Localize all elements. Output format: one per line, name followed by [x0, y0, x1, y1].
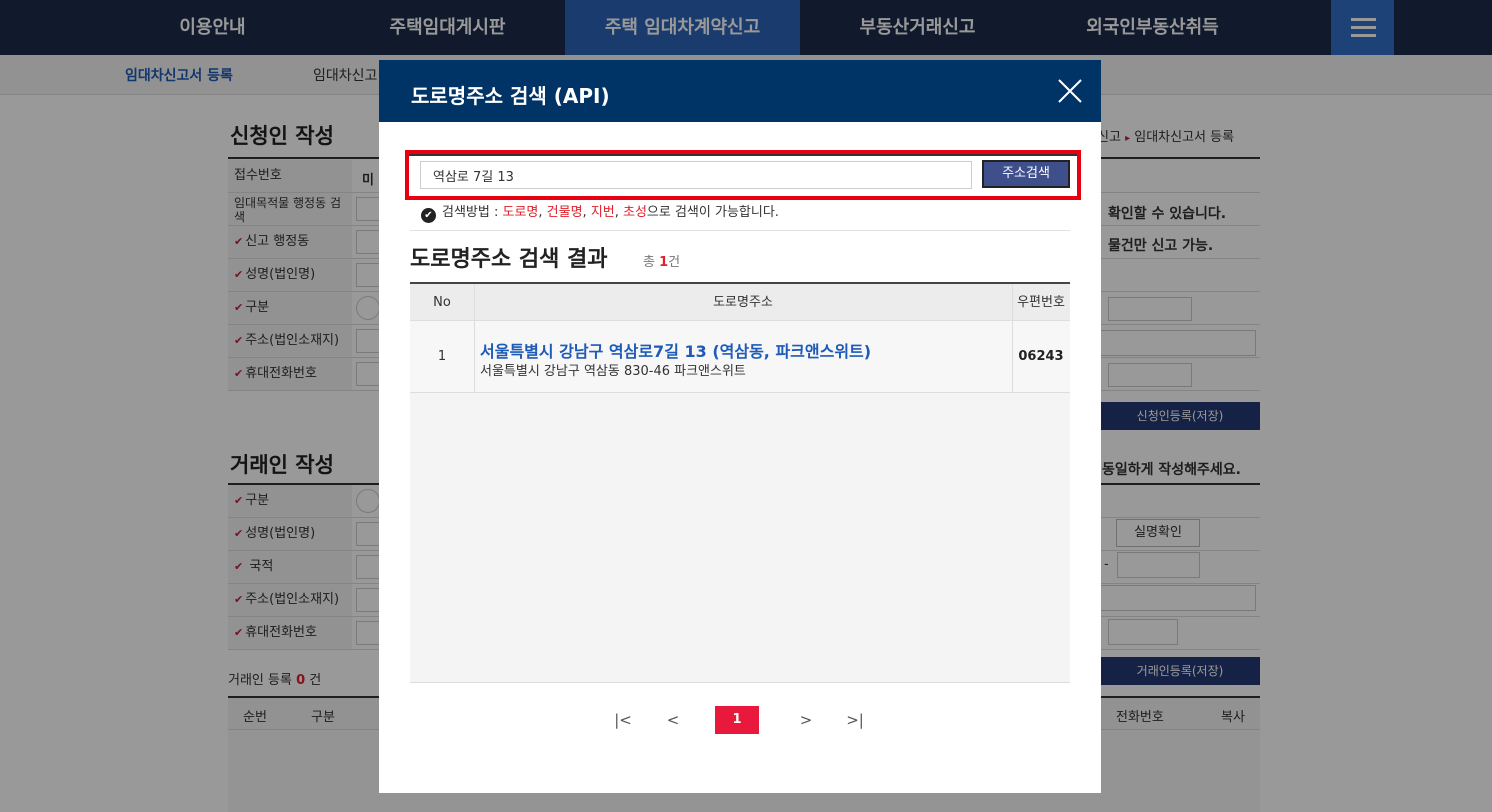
hint-suffix: 으로 검색이 가능합니다.: [646, 205, 779, 220]
search-hint: ✔ 검색방법 : 도로명, 건물명, 지번, 초성으로 검색이 가능합니다.: [421, 201, 779, 223]
col-divider: [474, 321, 475, 393]
address-search-button[interactable]: 주소검색: [982, 160, 1070, 188]
first-page-icon[interactable]: |<: [611, 706, 635, 734]
table-row[interactable]: 1 서울특별시 강남구 역삼로7길 13 (역삼동, 파크앤스위트) 서울특별시…: [410, 321, 1070, 393]
page-button-current[interactable]: 1: [715, 706, 759, 734]
row-no: 1: [437, 349, 447, 364]
section-divider: [410, 230, 1070, 231]
search-topline: [409, 154, 1077, 156]
col-road-address: 도로명주소: [713, 295, 773, 310]
result-table: No 도로명주소 우편번호 1 서울특별시 강남구 역삼로7길 13 (역삼동,…: [410, 282, 1070, 682]
address-search-input[interactable]: [420, 161, 972, 189]
result-count: 총 1건: [643, 251, 680, 270]
result-count-value: 1: [659, 255, 669, 270]
result-count-prefix: 총: [643, 255, 655, 270]
prev-page-icon[interactable]: <: [661, 706, 685, 734]
check-circle-icon: ✔: [421, 208, 436, 223]
hint-term: 건물명: [546, 205, 583, 220]
search-highlight-frame: 주소검색: [405, 150, 1081, 200]
col-zip: 우편번호: [1017, 295, 1065, 310]
hint-term: 도로명: [502, 205, 539, 220]
close-icon[interactable]: [1056, 77, 1084, 105]
table-bottom-line: [410, 682, 1070, 683]
hint-term: 지번: [590, 205, 615, 220]
road-address-link[interactable]: 서울특별시 강남구 역삼로7길 13 (역삼동, 파크앤스위트): [480, 338, 871, 362]
col-no: No: [433, 295, 451, 310]
result-title: 도로명주소 검색 결과: [410, 247, 608, 272]
hint-term: 초성: [623, 205, 647, 220]
table-header: No 도로명주소 우편번호: [410, 284, 1070, 321]
result-count-unit: 건: [668, 255, 681, 270]
jibun-address: 서울특별시 강남구 역삼동 830-46 파크앤스위트: [480, 364, 746, 379]
modal-title: 도로명주소 검색 (API): [411, 84, 610, 108]
modal-header: 도로명주소 검색 (API): [379, 60, 1101, 122]
last-page-icon[interactable]: >|: [843, 706, 867, 734]
hint-prefix: 검색방법 :: [442, 205, 499, 220]
address-search-modal: 도로명주소 검색 (API) 주소검색 ✔검색방법 : 도로명, 건물명, 지번…: [379, 60, 1101, 793]
next-page-icon[interactable]: >: [794, 706, 818, 734]
zip-code: 06243: [1018, 349, 1064, 364]
